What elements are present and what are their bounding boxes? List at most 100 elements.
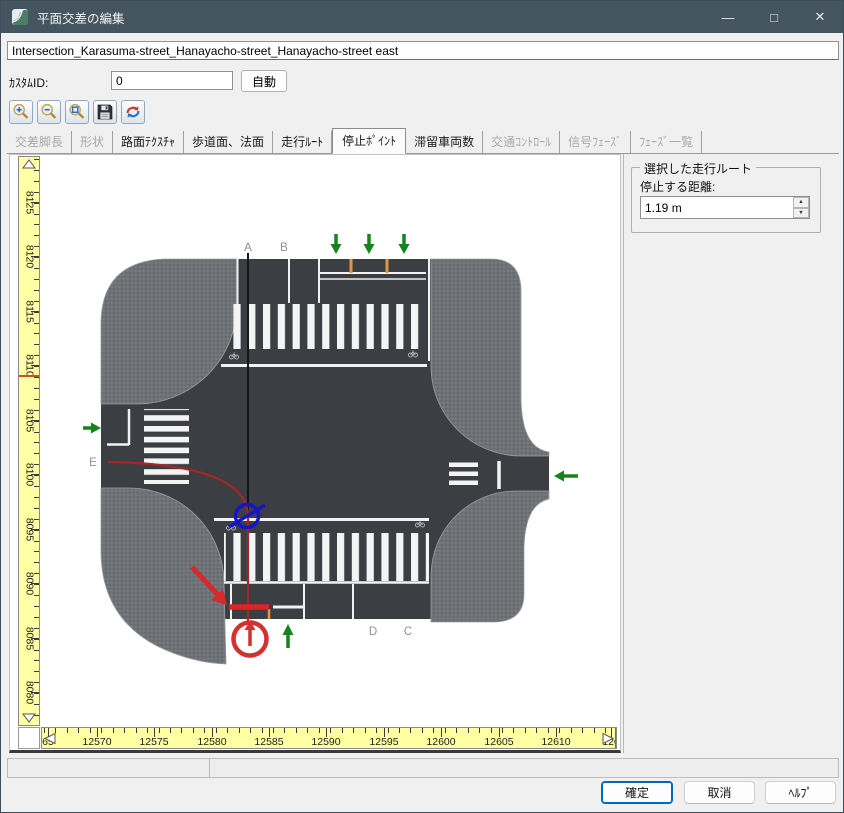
ruler-tick [34,671,39,672]
ruler-tick [101,728,102,733]
ruler-tick [67,728,68,733]
flow-arrow-south [283,624,294,648]
v-ruler-label: 8080 [23,678,36,708]
route-point-label-D: D [369,626,377,638]
tab-surface-texture[interactable]: 路面ﾃｸｽﾁｬ [113,131,184,153]
stop-distance-label: 停止する距離: [640,178,715,195]
v-ruler-label: 8105 [23,406,36,436]
ruler-tick [34,333,39,334]
ruler-tick [456,728,457,733]
v-ruler-label: 8125 [23,188,36,218]
title-bar: 平面交差の編集 — □ ✕ [1,1,843,33]
help-button[interactable]: ﾍﾙﾌﾟ [765,781,836,804]
tab-stop-point[interactable]: 停止ﾎﾟｲﾝﾄ [332,128,406,154]
ruler-tick [34,399,39,400]
tab-sidewalk-slope[interactable]: 歩道面、法面 [184,131,273,153]
magnifier-minus-icon [38,101,60,123]
zoom-out-button[interactable] [37,100,61,124]
tab-shape: 形状 [72,131,113,153]
tab-leg-length: 交差脚長 [7,131,72,153]
magnifier-plus-icon [10,101,32,123]
flow-arrow-north-2 [364,234,375,254]
ruler-tick [468,728,469,733]
refresh-button[interactable] [121,100,145,124]
ruler-tick [227,728,228,733]
save-button[interactable] [93,100,117,124]
h-ruler-label: 12580 [197,736,226,748]
h-ruler-label: 12570 [82,736,111,748]
spinner-down-button[interactable]: ▼ [793,208,809,219]
ruler-tick [34,279,39,280]
ruler-scroll-right-arrow[interactable] [601,732,615,745]
ruler-tick [536,728,537,733]
ruler-tick [250,728,251,733]
spinner: ▲ ▼ [793,197,809,218]
intersection-name-input[interactable] [7,41,839,60]
ruler-corner [18,727,40,749]
ruler-tick [34,660,39,661]
ruler-tick [34,497,39,498]
v-ruler-label: 8115 [23,297,36,327]
ruler-tick [34,606,39,607]
zoom-fit-button[interactable] [65,100,89,124]
tab-drive-route[interactable]: 走行ﾙｰﾄ [273,131,332,153]
magnifier-region-icon [66,101,88,123]
status-cell-left [7,758,210,778]
h-ruler-label: 12595 [369,736,398,748]
ruler-tick [410,728,411,733]
flow-arrow-north-1 [331,234,342,254]
ruler-scroll-up-arrow[interactable] [21,158,37,170]
confirm-button[interactable]: 確定 [601,781,673,804]
app-icon [11,8,29,26]
custom-id-input[interactable] [111,71,233,90]
floppy-disk-icon [94,101,116,123]
ruler-tick [582,728,583,733]
intersection-svg[interactable]: ABEDC [41,156,617,726]
ruler-tick [34,170,39,171]
ruler-tick [193,728,194,733]
cancel-button[interactable]: 取消 [684,781,755,804]
tab-phase-list: ﾌｪｰｽﾞ一覧 [631,131,702,153]
ruler-tick [376,728,377,733]
vertical-ruler: 8125812081158110810581008095809080858080 [18,156,40,726]
close-button[interactable]: ✕ [797,1,843,33]
ruler-scroll-down-arrow[interactable] [21,712,37,724]
ruler-tick [296,728,297,733]
crosswalk-west [144,409,189,484]
stop-point-marker[interactable] [234,621,267,656]
group-title: 選択した走行ルート [640,160,756,177]
spinner-up-button[interactable]: ▲ [793,197,809,208]
maximize-button[interactable]: □ [751,1,797,33]
ruler-tick [273,728,274,733]
dialog-window: 平面交差の編集 — □ ✕ ｶｽﾀﾑID: 自動 交差脚長形状路面ﾃｸｽﾁｬ歩道… [0,0,844,813]
ruler-tick [525,728,526,733]
h-ruler-label: 12600 [426,736,455,748]
stop-distance-input[interactable] [640,196,810,219]
ruler-tick [353,728,354,733]
ruler-tick [594,728,595,733]
h-ruler-label: 12575 [139,736,168,748]
ruler-tick [34,551,39,552]
zoom-in-button[interactable] [9,100,33,124]
tab-queue-vehicles[interactable]: 滞留車両数 [406,131,483,153]
ruler-tick [388,728,389,733]
auto-button[interactable]: 自動 [241,70,287,92]
ruler-tick [422,728,423,733]
ruler-tick [34,388,39,389]
ruler-tick [330,728,331,733]
ruler-tick [159,728,160,733]
h-ruler-label: 12590 [311,736,340,748]
ruler-tick [571,728,572,733]
ruler-tick [34,453,39,454]
canvas-frame: 8125812081158110810581008095809080858080 [9,154,621,753]
route-point-label-C: C [404,626,412,638]
ruler-tick [342,728,343,733]
tab-traffic-control: 交通ｺﾝﾄﾛｰﾙ [483,131,560,153]
drawing-canvas[interactable]: ABEDC [41,156,617,726]
ruler-scroll-left-arrow[interactable] [43,732,57,745]
route-point-label-E: E [89,457,97,469]
refresh-icon [122,101,144,123]
flow-arrow-north-3 [399,234,410,254]
selected-route-group: 選択した走行ルート 停止する距離: ▲ ▼ [631,167,821,233]
minimize-button[interactable]: — [705,1,751,33]
